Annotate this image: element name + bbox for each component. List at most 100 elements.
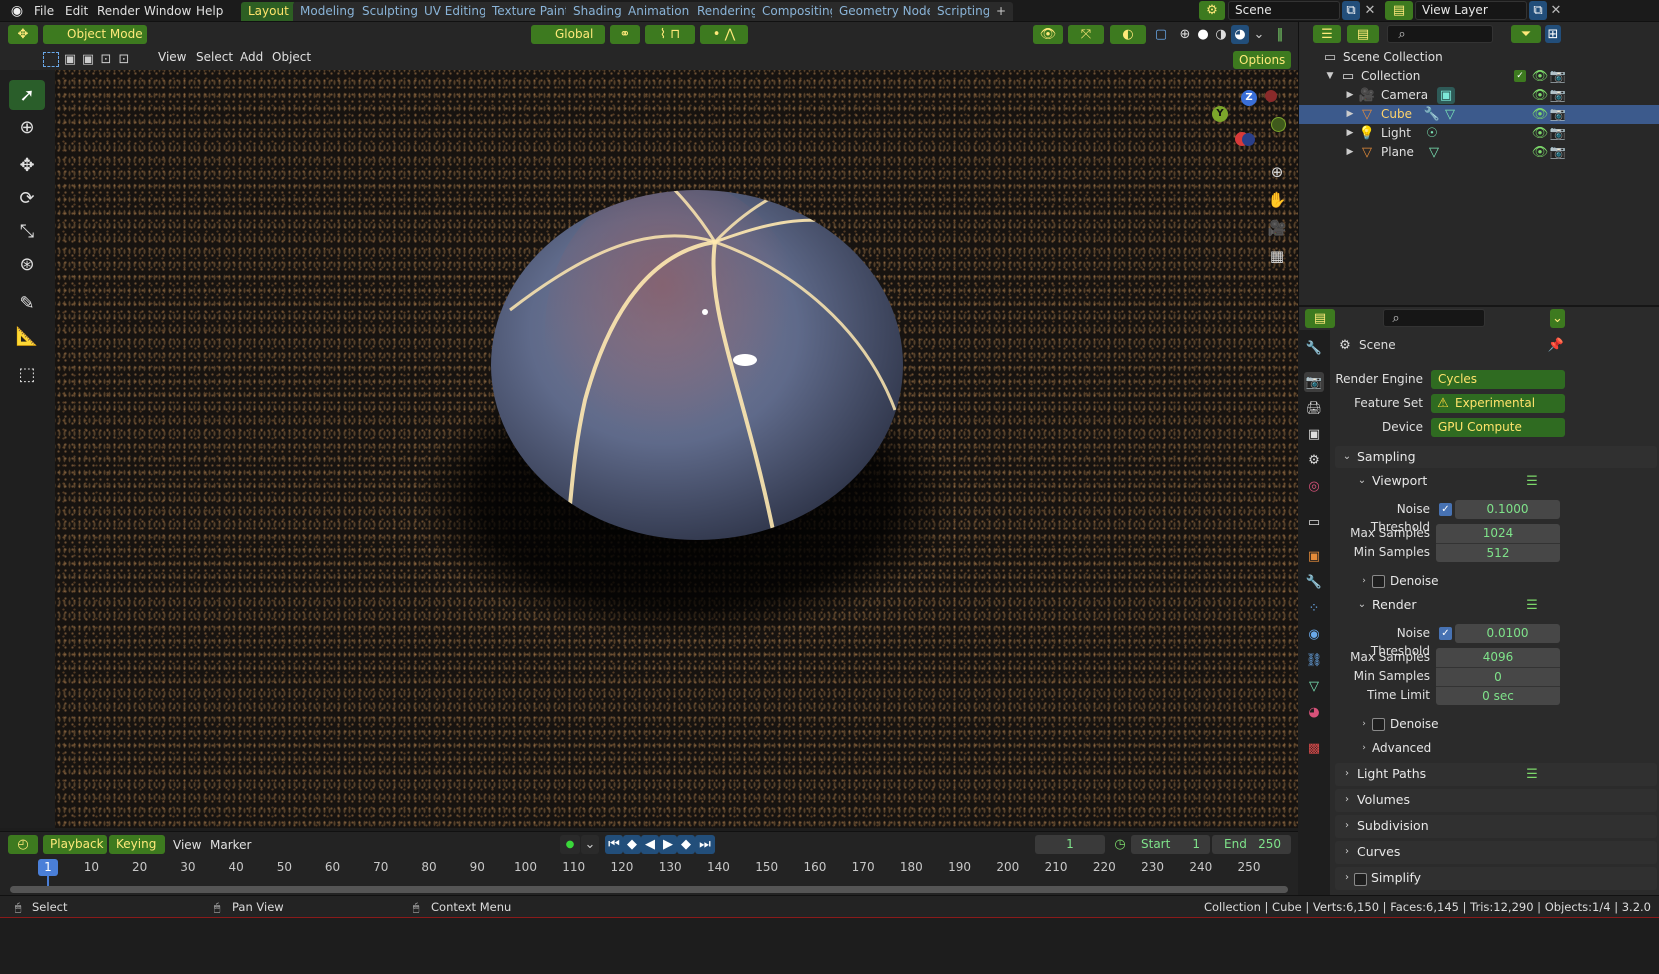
render-noise-threshold-checkbox[interactable]: ✓ <box>1439 627 1452 640</box>
pivot-icon[interactable]: ⚭ <box>610 25 640 44</box>
time-limit-field[interactable]: 0 sec <box>1436 686 1560 705</box>
feature-set-dropdown[interactable]: Experimental <box>1431 394 1565 413</box>
delete-scene-icon[interactable]: ✕ <box>1362 1 1378 20</box>
tab-texture-paint[interactable]: Texture Paint <box>485 2 577 21</box>
menu-object[interactable]: Object <box>272 49 311 65</box>
rotate-tool-icon[interactable]: ⟳ <box>9 183 45 213</box>
collection-tab-icon[interactable]: ▭ <box>1304 512 1324 532</box>
viewport-noise-threshold-field[interactable]: 0.1000 <box>1455 500 1560 519</box>
render-tab-icon[interactable]: 📷 <box>1304 372 1324 392</box>
tab-rendering[interactable]: Rendering <box>690 2 766 21</box>
move-tool-icon[interactable]: ✥ <box>9 150 45 180</box>
view-layer-tab-icon[interactable]: ▣ <box>1304 424 1324 444</box>
tab-uv-editing[interactable]: UV Editing <box>417 2 494 21</box>
blender-logo-icon[interactable]: ◉ <box>8 3 26 19</box>
outliner-row-plane[interactable]: ▶ ▽ Plane ▽ 👁 📷 <box>1299 143 1659 162</box>
expand-camera-icon[interactable]: ▶ <box>1345 88 1355 103</box>
texture-tab-icon[interactable]: ▩ <box>1304 738 1324 758</box>
xray-icon[interactable]: ▢ <box>1152 25 1170 44</box>
add-workspace-button[interactable]: + <box>989 2 1014 21</box>
tool-tab-icon[interactable]: 🔧 <box>1304 338 1324 358</box>
properties-options-icon[interactable]: ⌄ <box>1550 309 1565 328</box>
select-subtract-icon[interactable]: ▣ <box>80 52 96 67</box>
viewport-denoise-expand-icon[interactable]: › <box>1359 573 1369 589</box>
view-layer-icon[interactable]: ▤ <box>1385 1 1413 20</box>
outliner-editor-icon[interactable]: ☰ <box>1313 25 1341 43</box>
shading-options-icon[interactable]: ⌄ <box>1252 25 1266 44</box>
mode-dropdown[interactable]: Object Mode <box>43 25 147 44</box>
sampling-collapse-icon[interactable]: ⌄ <box>1342 448 1352 466</box>
modifier-tab-icon[interactable]: 🔧 <box>1304 572 1324 592</box>
scale-tool-icon[interactable]: ⤡ <box>9 216 45 246</box>
pause-render-icon[interactable]: ‖ <box>1272 25 1288 44</box>
mesh-data-icon[interactable]: ▽ <box>1443 107 1457 122</box>
gizmo-z-negative-icon[interactable] <box>1242 133 1255 146</box>
tab-layout[interactable]: Layout <box>241 2 296 21</box>
material-tab-icon[interactable]: ◕ <box>1304 702 1324 722</box>
menu-file[interactable]: File <box>34 3 54 19</box>
orientation-dropdown[interactable]: Global <box>531 25 605 44</box>
render-denoise-expand-icon[interactable]: › <box>1359 716 1369 732</box>
outliner-row-scene-collection[interactable]: ▭ Scene Collection <box>1299 48 1659 67</box>
render-max-samples-field[interactable]: 4096 <box>1436 648 1560 667</box>
gizmo-y-negative-icon[interactable] <box>1271 117 1286 132</box>
scene-name-field[interactable]: Scene <box>1228 1 1340 20</box>
viewport-presets-icon[interactable]: ☰ <box>1524 473 1540 489</box>
overlay-icon[interactable]: ◐ <box>1110 25 1146 44</box>
menu-select[interactable]: Select <box>196 49 233 65</box>
annotate-tool-icon[interactable]: ✎ <box>9 288 45 318</box>
cursor-tool-icon[interactable]: ⊕ <box>9 112 45 142</box>
select-box-icon[interactable] <box>43 52 59 67</box>
gizmo-x-negative-icon[interactable] <box>1265 90 1277 102</box>
tab-scripting[interactable]: Scripting <box>930 2 998 21</box>
physics-tab-icon[interactable]: ◉ <box>1304 624 1324 644</box>
tab-sculpting[interactable]: Sculpting <box>355 2 426 21</box>
filter-icon[interactable]: ⏷ <box>1511 25 1541 43</box>
menu-view[interactable]: View <box>158 49 186 65</box>
volumes-expand-icon[interactable]: › <box>1342 792 1352 808</box>
select-extend-icon[interactable]: ▣ <box>62 52 78 67</box>
viewport-collapse-icon[interactable]: ⌄ <box>1357 472 1367 490</box>
transform-tool-icon[interactable]: ⊛ <box>9 249 45 279</box>
data-tab-icon[interactable]: ▽ <box>1304 676 1324 696</box>
pan-hand-icon[interactable]: ✋ <box>1267 190 1287 210</box>
gizmo-y-axis-icon[interactable]: Y <box>1212 106 1228 122</box>
delete-view-layer-icon[interactable]: ✕ <box>1549 1 1563 20</box>
scene-tab-icon[interactable]: ⚙ <box>1304 450 1324 470</box>
camera-data-icon[interactable]: ▣ <box>1437 87 1455 104</box>
outliner-row-camera[interactable]: ▶ 🎥 Camera ▣ 👁 📷 <box>1299 86 1659 105</box>
display-mode-icon[interactable]: ▤ <box>1347 25 1379 43</box>
light-data-icon[interactable]: ☉ <box>1425 126 1439 141</box>
advanced-label[interactable]: Advanced <box>1372 737 1431 759</box>
light-paths-presets-icon[interactable]: ☰ <box>1524 766 1540 782</box>
viewport-noise-threshold-checkbox[interactable]: ✓ <box>1439 503 1452 516</box>
simplify-checkbox[interactable] <box>1354 873 1367 886</box>
light-visibility-eye-icon[interactable]: 👁 <box>1532 126 1549 141</box>
render-engine-dropdown[interactable]: Cycles <box>1431 370 1565 389</box>
select-invert-icon[interactable]: ⊡ <box>98 52 114 67</box>
constraints-tab-icon[interactable]: ⛓ <box>1304 650 1324 670</box>
menu-edit[interactable]: Edit <box>65 3 88 19</box>
editor-type-icon[interactable]: ✥ <box>8 25 38 44</box>
tab-compositing[interactable]: Compositing <box>755 2 845 21</box>
3d-viewport[interactable]: Z Y ⊕ ✋ 🎥 ▦ <box>55 70 1298 828</box>
plane-data-icon[interactable]: ▽ <box>1427 145 1441 160</box>
viewport-max-samples-field[interactable]: 1024 <box>1436 524 1560 543</box>
solid-shading-icon[interactable]: ● <box>1195 25 1211 44</box>
gizmo-z-axis-icon[interactable]: Z <box>1241 90 1257 106</box>
expand-cube-icon[interactable]: ▶ <box>1345 107 1355 122</box>
new-view-layer-icon[interactable]: ⧉ <box>1529 1 1547 20</box>
cube-render-camera-icon[interactable]: 📷 <box>1550 107 1566 122</box>
expand-collection-icon[interactable]: ▼ <box>1325 69 1335 84</box>
proportional-edit-icon[interactable]: • ⋀ <box>700 25 748 44</box>
expand-light-icon[interactable]: ▶ <box>1345 126 1355 141</box>
properties-editor-icon[interactable]: ▤ <box>1305 309 1335 328</box>
scene-selector-icon[interactable]: ⚙ <box>1199 1 1225 20</box>
new-collection-icon[interactable]: ⊞ <box>1545 25 1561 43</box>
material-shading-icon[interactable]: ◑ <box>1213 25 1229 44</box>
simplify-expand-icon[interactable]: › <box>1342 870 1352 886</box>
modifier-wrench-icon[interactable]: 🔧 <box>1424 107 1440 122</box>
visibility-icon[interactable]: 👁 <box>1033 25 1063 44</box>
outliner-row-cube[interactable]: ▶ ▽ Cube 🔧 ▽ 👁 📷 <box>1299 105 1659 124</box>
particles-tab-icon[interactable]: ⁘ <box>1304 598 1324 618</box>
